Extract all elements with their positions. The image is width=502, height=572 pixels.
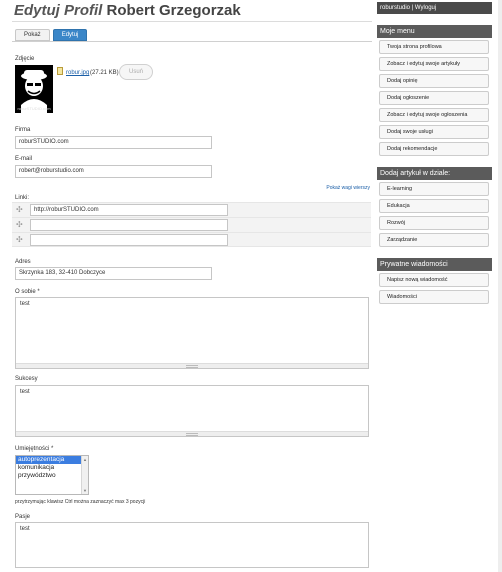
email-label: E-mail — [15, 156, 33, 162]
skills-option[interactable]: przywództwo — [16, 472, 88, 480]
page-title: Edytuj Profil Robert Grzegorzak — [14, 2, 241, 19]
tab-edit[interactable]: Edytuj — [52, 29, 88, 41]
article-category-elearning[interactable]: E-learning — [379, 182, 489, 196]
user-logout-bar[interactable]: roburstudio | Wyloguj — [377, 2, 492, 14]
successes-label: Sukcesy — [15, 376, 38, 382]
private-messages-header: Prywatne wiadomości — [377, 258, 492, 271]
window-edge — [498, 0, 502, 572]
scroll-down-icon[interactable]: ▼ — [83, 488, 87, 493]
links-row: ✣ http://roburSTUDIO.com — [12, 202, 371, 217]
tabs-divider — [12, 41, 372, 42]
resize-grip[interactable] — [16, 363, 368, 368]
show-row-weights-link[interactable]: Pokaż wagi wierszy — [326, 185, 370, 191]
title-divider — [12, 21, 372, 22]
skills-label: Umiejętności * — [15, 446, 54, 452]
address-input[interactable]: Skrzynka 183, 32-410 Dobczyce — [15, 267, 212, 280]
menu-my-ads[interactable]: Zobacz i edytuj swoje ogłoszenia — [379, 108, 489, 122]
remove-photo-button[interactable]: Usuń — [119, 64, 153, 80]
menu-add-services[interactable]: Dodaj swoje usługi — [379, 125, 489, 139]
passions-label: Pasje — [15, 514, 31, 520]
successes-textarea[interactable]: test — [15, 385, 369, 437]
page-title-username: Robert Grzegorzak — [106, 2, 241, 19]
about-textarea[interactable]: test — [15, 297, 369, 369]
image-file-icon — [57, 67, 63, 75]
skills-multiselect[interactable]: autoprezentacja komunikacja przywództwo … — [15, 455, 89, 495]
link-input[interactable]: http://roburSTUDIO.com — [30, 204, 228, 216]
about-text: test — [20, 301, 30, 307]
tab-view[interactable]: Pokaż — [15, 29, 50, 41]
company-label: Firma — [15, 127, 31, 133]
link-input[interactable] — [30, 234, 228, 246]
article-category-development[interactable]: Rozwój — [379, 216, 489, 230]
menu-add-recommendations[interactable]: Dodaj rekomendacje — [379, 142, 489, 156]
photo-file-link[interactable]: robur.jpg — [66, 70, 89, 76]
article-category-management[interactable]: Zarządzanie — [379, 233, 489, 247]
successes-text: test — [20, 389, 30, 395]
links-row: ✣ — [12, 217, 371, 232]
avatar: roburSTUDIO.com — [15, 65, 53, 113]
passions-text: test — [20, 526, 30, 532]
tab-bar: Pokaż Edytuj — [15, 29, 88, 41]
links-label: Linki: — [15, 195, 30, 201]
photo-label: Zdjęcie — [15, 56, 35, 62]
my-menu-header: Moje menu — [377, 25, 492, 38]
photo-file-size: (27.21 KB) — [90, 70, 119, 76]
page-title-action: Edytuj Profil — [14, 2, 103, 19]
messages-button[interactable]: Wiadomości — [379, 290, 489, 304]
menu-add-opinion[interactable]: Dodaj opinię — [379, 74, 489, 88]
skills-option[interactable]: autoprezentacja — [16, 456, 88, 464]
main-content: Edytuj Profil Robert Grzegorzak Pokaż Ed… — [12, 0, 372, 572]
avatar-caption: roburSTUDIO.com — [17, 106, 51, 111]
email-input[interactable]: robert@roburstudio.com — [15, 165, 212, 178]
skills-hint: przytrzymując klawisz Ctrl można zaznacz… — [15, 499, 146, 505]
resize-grip[interactable] — [16, 431, 368, 436]
menu-add-ad[interactable]: Dodaj ogłoszenie — [379, 91, 489, 105]
drag-handle-icon[interactable]: ✣ — [16, 221, 23, 229]
scroll-up-icon[interactable]: ▲ — [83, 457, 87, 462]
link-input[interactable] — [30, 219, 228, 231]
drag-handle-icon[interactable]: ✣ — [16, 236, 23, 244]
passions-textarea[interactable]: test — [15, 522, 369, 568]
drag-handle-icon[interactable]: ✣ — [16, 206, 23, 214]
company-input[interactable]: roburSTUDIO.com — [15, 136, 212, 149]
skills-scrollbar[interactable]: ▲ ▼ — [81, 456, 88, 494]
about-label: O sobie * — [15, 289, 40, 295]
menu-profile-page[interactable]: Twoja strona profilowa — [379, 40, 489, 54]
article-category-education[interactable]: Edukacja — [379, 199, 489, 213]
new-message-button[interactable]: Napisz nową wiadomość — [379, 273, 489, 287]
skills-option[interactable]: komunikacja — [16, 464, 88, 472]
address-label: Adres — [15, 259, 31, 265]
links-table: ✣ http://roburSTUDIO.com ✣ ✣ — [12, 202, 371, 247]
links-row: ✣ — [12, 232, 371, 247]
add-article-header: Dodaj artykuł w dziale: — [377, 167, 492, 180]
menu-my-articles[interactable]: Zobacz i edytuj swoje artykuły — [379, 57, 489, 71]
